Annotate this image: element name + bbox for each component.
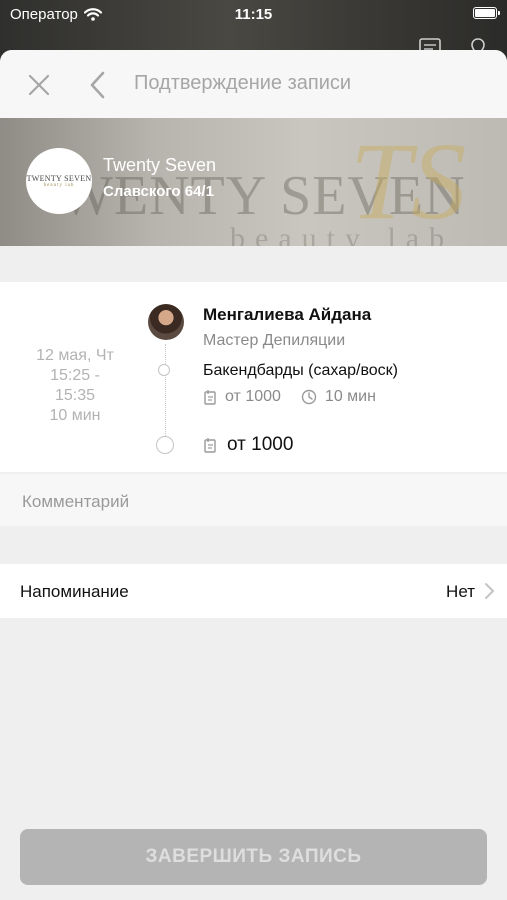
page-title: Подтверждение записи	[134, 72, 352, 94]
battery-icon	[473, 7, 500, 19]
service-duration-group: 10 мин	[301, 388, 376, 406]
booking-details: 12 мая, Чт 15:25 - 15:35 10 мин Менгалие…	[0, 282, 507, 472]
master-role: Мастер Депиляции	[203, 332, 346, 349]
close-icon[interactable]	[26, 72, 52, 98]
back-chevron-icon[interactable]	[88, 70, 108, 100]
timeline-total-dot	[156, 436, 174, 454]
timeline-service-dot	[158, 364, 170, 376]
logo-subtext: beauty lab	[43, 183, 75, 188]
comment-input[interactable]	[20, 484, 494, 520]
banner-monogram: TS	[350, 120, 467, 242]
navigation-bar: Подтверждение записи	[0, 50, 507, 118]
timeline-line	[165, 344, 166, 442]
service-name: Бакендбарды (сахар/воск)	[203, 362, 398, 379]
service-price: от 1000	[225, 388, 281, 405]
comment-section	[0, 474, 507, 526]
chevron-right-icon	[485, 583, 494, 599]
reminder-row[interactable]: Напоминание Нет	[0, 564, 507, 618]
booking-confirmation-sheet: Подтверждение записи WENTY SEVEN beauty …	[0, 50, 507, 900]
booking-time-column: 12 мая, Чт 15:25 - 15:35 10 мин	[22, 346, 128, 426]
salon-address: Славского 64/1	[103, 183, 214, 200]
master-name: Менгалиева Айдана	[203, 305, 372, 324]
salon-name: Twenty Seven	[103, 155, 217, 175]
service-duration: 10 мин	[324, 388, 376, 405]
status-bar: Оператор 11:15	[0, 0, 507, 30]
salon-banner: WENTY SEVEN beauty lab TS TWENTY SEVEN b…	[0, 118, 507, 246]
booking-time-start: 15:25 -	[50, 367, 100, 384]
price-tag-icon	[203, 437, 217, 453]
reminder-value: Нет	[446, 582, 475, 601]
price-tag-icon	[203, 389, 217, 405]
status-time: 11:15	[234, 6, 273, 23]
salon-logo: TWENTY SEVEN beauty lab	[26, 148, 92, 214]
total-price: от 1000	[227, 434, 294, 455]
booking-time-end: 15:35	[54, 387, 96, 404]
master-avatar	[148, 304, 184, 340]
clock-icon	[301, 389, 317, 405]
service-meta: от 1000 10 мин	[203, 388, 376, 406]
reminder-label: Напоминание	[20, 582, 129, 601]
finish-booking-button[interactable]: ЗАВЕРШИТЬ ЗАПИСЬ	[20, 829, 487, 885]
logo-text: TWENTY SEVEN	[26, 174, 92, 183]
booking-duration: 10 мин	[49, 407, 101, 424]
booking-date: 12 мая, Чт	[36, 347, 114, 364]
total-price-row: от 1000	[203, 434, 293, 456]
